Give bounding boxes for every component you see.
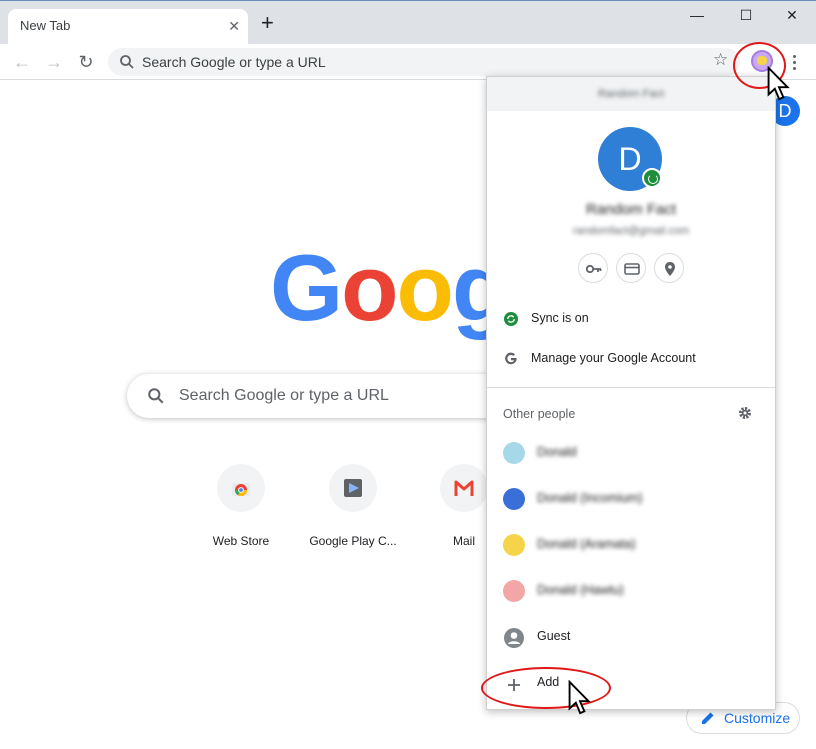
guest-person-icon bbox=[504, 628, 524, 648]
ntp-search-placeholder: Search Google or type a URL bbox=[179, 387, 389, 404]
password-key-icon bbox=[585, 264, 602, 274]
tab-title: New Tab bbox=[20, 18, 71, 33]
customize-label: Customize bbox=[724, 710, 791, 726]
new-tab-button[interactable]: + bbox=[261, 12, 274, 34]
shortcut-google-play[interactable]: Google Play C... bbox=[297, 464, 409, 548]
payment-methods-button[interactable] bbox=[616, 253, 646, 283]
sync-label: Sync is on bbox=[531, 311, 589, 325]
payment-card-icon bbox=[624, 263, 640, 275]
maximize-button[interactable]: ☐ bbox=[734, 7, 758, 27]
profile-menu-header: Random Fact bbox=[487, 77, 775, 111]
search-icon bbox=[120, 55, 134, 69]
sync-icon bbox=[504, 312, 518, 326]
back-button[interactable]: ← bbox=[10, 50, 34, 74]
address-pin-icon bbox=[665, 262, 675, 276]
passwords-button[interactable] bbox=[578, 253, 608, 283]
profile-header-name: Random Fact bbox=[597, 88, 665, 100]
chrome-webstore-icon bbox=[217, 464, 265, 512]
minimize-button[interactable]: — bbox=[685, 7, 709, 27]
tab-close-icon[interactable]: ✕ bbox=[228, 18, 240, 35]
person-item[interactable]: Donald (Incomium) bbox=[487, 480, 775, 520]
person-item[interactable]: Donald (Aramata) bbox=[487, 526, 775, 566]
person-name: Donald (Aramata) bbox=[537, 537, 636, 551]
person-item[interactable]: Donald (Hawtu) bbox=[487, 572, 775, 612]
shortcut-label: Google Play C... bbox=[309, 534, 397, 548]
person-name: Donald (Incomium) bbox=[537, 491, 643, 505]
mouse-pointer-icon bbox=[767, 66, 790, 101]
person-avatar bbox=[503, 580, 525, 602]
person-avatar bbox=[503, 534, 525, 556]
mouse-pointer-icon bbox=[568, 680, 591, 715]
menu-divider bbox=[487, 387, 775, 388]
manage-google-account-item[interactable]: Manage your Google Account bbox=[487, 339, 775, 379]
account-name: Random Fact bbox=[585, 201, 677, 218]
addresses-button[interactable] bbox=[654, 253, 684, 283]
forward-button[interactable]: → bbox=[42, 50, 66, 74]
bookmark-star-icon[interactable]: ☆ bbox=[713, 50, 728, 70]
google-play-icon bbox=[329, 464, 377, 512]
search-icon bbox=[148, 388, 164, 404]
account-email: randomfact@gmail.com bbox=[572, 225, 690, 237]
tab-new-tab[interactable]: New Tab ✕ bbox=[8, 9, 248, 45]
shortcut-label: Web Store bbox=[212, 534, 270, 548]
title-bar: New Tab ✕ + — ☐ ✕ bbox=[0, 0, 816, 45]
google-g-icon bbox=[505, 352, 517, 365]
person-name: Donald bbox=[537, 445, 577, 459]
other-people-title: Other people bbox=[503, 407, 576, 421]
close-window-button[interactable]: ✕ bbox=[780, 7, 804, 27]
shortcut-web-store[interactable]: Web Store bbox=[185, 464, 297, 548]
sync-is-on-item[interactable]: Sync is on bbox=[487, 299, 775, 339]
guest-label: Guest bbox=[537, 629, 571, 643]
gmail-icon bbox=[440, 464, 488, 512]
pencil-icon bbox=[702, 712, 714, 724]
omnibox-placeholder: Search Google or type a URL bbox=[142, 54, 326, 70]
gear-icon[interactable] bbox=[737, 405, 753, 421]
sync-badge-icon bbox=[642, 168, 662, 188]
guest-item[interactable]: Guest bbox=[487, 618, 775, 658]
person-item[interactable]: Donald bbox=[487, 434, 775, 474]
person-avatar bbox=[503, 442, 525, 464]
reload-button[interactable]: ↻ bbox=[74, 50, 98, 74]
person-name: Donald (Hawtu) bbox=[537, 583, 624, 597]
person-avatar bbox=[503, 488, 525, 510]
profile-menu: Random Fact D Random Fact randomfact@gma… bbox=[486, 76, 776, 710]
toolbar: ← → ↻ Search Google or type a URL ☆ bbox=[0, 44, 816, 80]
manage-account-label: Manage your Google Account bbox=[531, 351, 696, 365]
omnibox[interactable]: Search Google or type a URL bbox=[108, 48, 740, 76]
